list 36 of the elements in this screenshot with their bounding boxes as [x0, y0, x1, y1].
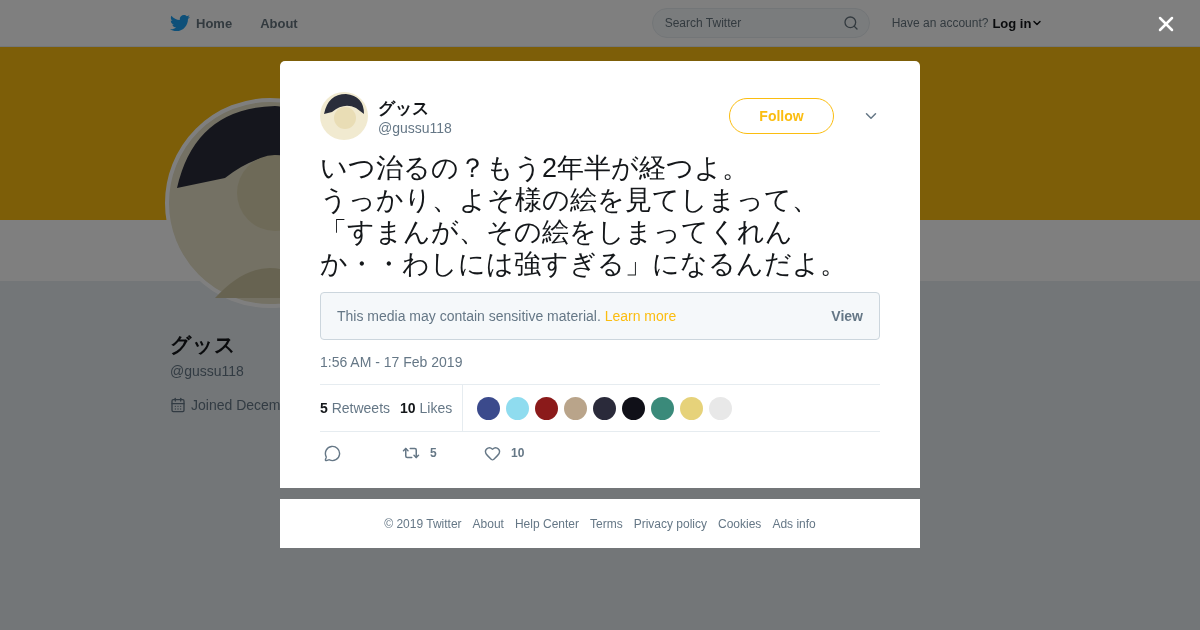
footer-link[interactable]: About: [472, 516, 504, 531]
liker-avatar[interactable]: [593, 396, 617, 420]
footer-link[interactable]: Help Center: [514, 516, 579, 531]
nav-link[interactable]: Home: [170, 13, 233, 33]
bird-icon: [170, 13, 190, 33]
tweet-text: いつ治るの？もう2年半が経つよ。: [320, 152, 751, 184]
timestamp: 1:56 AM - 17 Feb 2019: [320, 354, 464, 370]
tweet-text: うっかり、よそ様の絵を見てしまって、「すまんが、その絵をしまってくれんか・・わしには強すぎる」になるんだよ。: [320, 184, 848, 280]
footer-link[interactable]: Ads info: [772, 516, 816, 531]
liker-avatar[interactable]: [622, 396, 646, 420]
footer-link[interactable]: Privacy policy: [633, 516, 707, 531]
avatar: [320, 92, 368, 140]
stat-link[interactable]: 5 Retweets: [320, 400, 391, 416]
liker-avatar[interactable]: [535, 396, 559, 420]
notice-text: This media may contain sensitive material. Learn more: [337, 308, 677, 324]
nav-link[interactable]: About: [260, 15, 298, 31]
like-button[interactable]: 10: [484, 444, 544, 462]
footer-link[interactable]: © 2019 Twitter: [384, 516, 462, 531]
account-prompt: Have an account?: [891, 16, 989, 30]
search-icon: [842, 15, 859, 31]
author-handle: @gussu118: [378, 119, 453, 136]
footer-link[interactable]: Cookies: [718, 516, 762, 531]
login-link[interactable]: Log in: [992, 15, 1044, 31]
reply-icon: [324, 444, 341, 462]
profile-handle: @gussu118: [170, 363, 245, 379]
footer-link[interactable]: Terms: [590, 516, 623, 531]
view-button[interactable]: View: [831, 308, 863, 324]
heart-icon: [484, 444, 501, 462]
joined-date: Joined Decem: [191, 397, 281, 413]
author-name: グッス: [378, 97, 430, 120]
profile-name: グッス: [170, 332, 237, 358]
calendar-icon: [170, 397, 186, 413]
retweet-button[interactable]: 5: [402, 444, 484, 462]
stat-link[interactable]: 10 Likes: [400, 400, 453, 416]
liker-avatar[interactable]: [477, 396, 501, 420]
search-field[interactable]: Search Twitter: [651, 8, 870, 38]
